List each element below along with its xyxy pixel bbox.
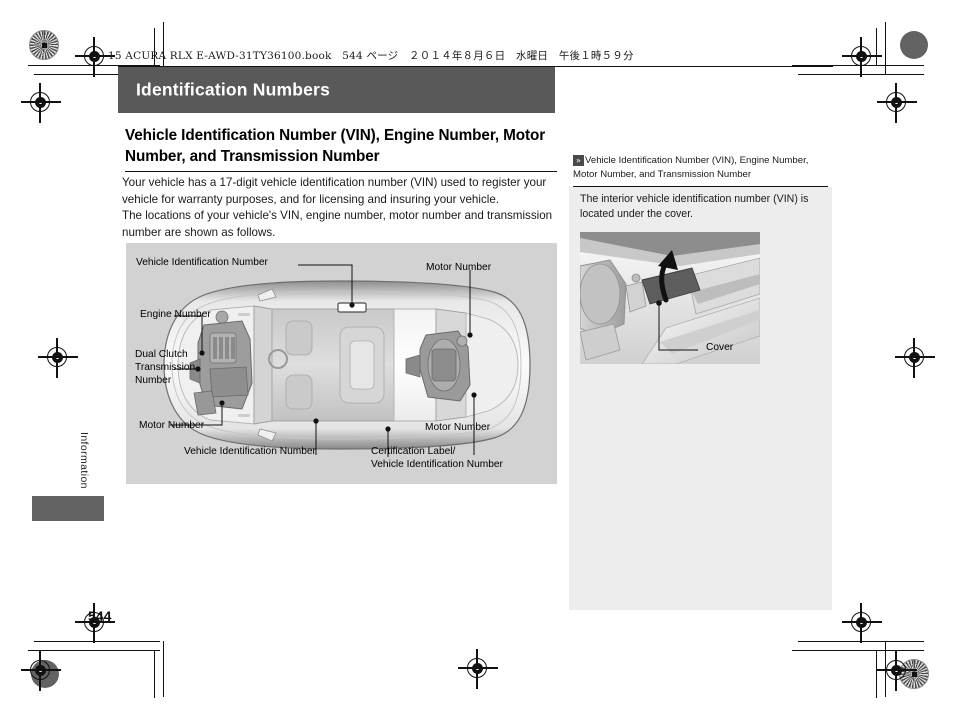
registration-mark [842, 603, 882, 643]
section-title-banner: Identification Numbers [118, 67, 555, 113]
body-paragraph-2: The locations of your vehicle's VIN, eng… [122, 209, 553, 239]
label-dual-clutch-transmission-number: Dual Clutch Transmission Number [135, 349, 196, 387]
section-tab-label: Information [78, 432, 90, 489]
label-certification: Certification Label/ Vehicle Identificat… [371, 446, 503, 471]
label-motor-bottom-right: Motor Number [425, 422, 491, 433]
label-engine-number: Engine Number [140, 309, 211, 320]
front-right-seat [285, 374, 313, 410]
solid-dot-mark [900, 31, 928, 59]
article-body: Your vehicle has a 17-digit vehicle iden… [122, 175, 560, 241]
sidebar-rule [573, 186, 828, 188]
registration-mark-left-center [38, 338, 78, 378]
registration-mark-right-center [895, 338, 935, 378]
trim-line [28, 650, 160, 652]
rear-armrest [349, 340, 375, 390]
label-vin-top: Vehicle Identification Number [136, 257, 268, 268]
registration-mark [877, 83, 917, 123]
registration-mark [21, 651, 61, 691]
registration-mark [877, 651, 917, 691]
trim-line [154, 650, 156, 698]
sidebar-body-text: The interior vehicle identification numb… [580, 193, 809, 221]
section-tab-block [32, 496, 104, 521]
registration-mark [75, 37, 115, 77]
manual-page: 15 ACURA RLX E-AWD-31TY36100.book 544 ペー… [0, 0, 954, 718]
label-motor-bottom-left: Motor Number [139, 420, 205, 431]
trim-line [885, 22, 887, 74]
front-left-seat [285, 320, 313, 356]
star-target-icon [29, 30, 59, 60]
label-motor-top-right: Motor Number [426, 262, 492, 273]
trim-line [34, 641, 160, 643]
sidebar-reference-title: Vehicle Identification Number (VIN), Eng… [573, 155, 809, 180]
trim-line [163, 641, 165, 697]
vehicle-diagram-panel: Vehicle Identification Number Motor Numb… [126, 243, 557, 484]
book-header-line: 15 ACURA RLX E-AWD-31TY36100.book 544 ペー… [108, 50, 634, 62]
cover-location-illustration: Cover [579, 232, 761, 365]
trim-line [876, 650, 878, 698]
label-vin-bottom: Vehicle Identification Number [184, 446, 316, 457]
sidebar-note-panel: » Vehicle Identification Number (VIN), E… [569, 150, 832, 610]
sidebar-header: » Vehicle Identification Number (VIN), E… [569, 150, 832, 187]
heading-rule [125, 171, 557, 173]
registration-mark [842, 37, 882, 77]
page-title: Identification Numbers [136, 79, 331, 100]
registration-mark [21, 83, 61, 123]
registration-mark-bottom-center [458, 649, 498, 689]
page-number: 544 [88, 608, 112, 624]
door-handle [238, 313, 250, 316]
door-handle [238, 414, 250, 417]
cover-label: Cover [706, 342, 734, 353]
body-paragraph-1: Your vehicle has a 17-digit vehicle iden… [122, 176, 547, 206]
trim-line [792, 650, 924, 652]
trim-line [876, 28, 878, 66]
windshield [253, 305, 273, 425]
article-heading: Vehicle Identification Number (VIN), Eng… [125, 127, 546, 165]
